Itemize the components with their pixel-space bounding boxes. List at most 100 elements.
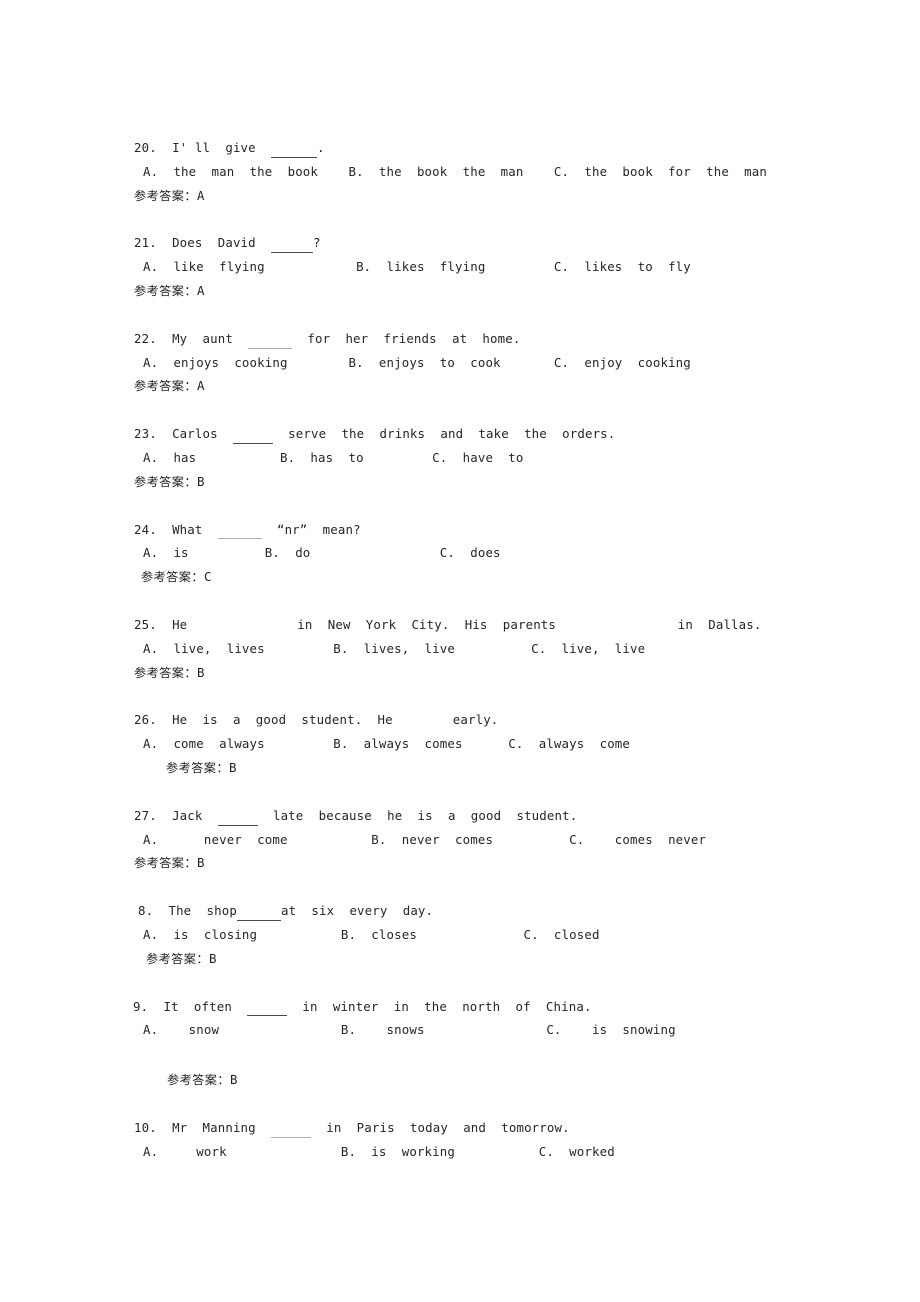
question-block: 24. What “nr” mean? A. is B. do C. does 参考…	[0, 518, 920, 613]
question-spacer	[0, 494, 920, 518]
reference-answer-value: B	[196, 664, 205, 680]
reference-answer-label: 参考答案：	[134, 856, 197, 871]
reference-answer-label: 参考答案：	[134, 188, 197, 203]
question-stem-after-blank: serve the drinks and take the orders.	[272, 426, 616, 442]
question-stem-after-blank: ?	[313, 235, 321, 251]
reference-answer-value: B	[196, 473, 205, 489]
reference-answer-line: 参考答案：B	[0, 661, 920, 685]
reference-answer-line: 参考答案：A	[0, 374, 920, 398]
reference-answer-value: B	[196, 855, 205, 871]
question-number: 10.	[134, 1119, 157, 1135]
reference-answer-line: 参考答案：B	[0, 1068, 920, 1092]
question-stem: 25. He in New York City. His parents in …	[0, 613, 920, 637]
question-stem: 23. Carlos serve the drinks and take the…	[0, 422, 920, 446]
question-stem-before-blank: The shop	[153, 903, 237, 919]
question-options[interactable]: A. work B. is working C. worked	[0, 1140, 920, 1164]
reference-answer-label: 参考答案：	[166, 760, 229, 775]
question-block: 9. It often in winter in the north of Ch…	[0, 995, 920, 1116]
reference-answer-line: 参考答案：B	[0, 756, 920, 780]
reference-answer-value: B	[208, 950, 217, 966]
question-number: 20.	[134, 140, 157, 155]
answer-blank	[247, 995, 288, 1019]
reference-answer-line: 参考答案：A	[0, 279, 920, 303]
reference-answer-line: 参考答案：A	[0, 184, 920, 208]
question-stem-after-blank: at six every day.	[280, 903, 434, 919]
question-block: 22. My aunt for her friends at home. A. e…	[0, 327, 920, 422]
question-stem-before-blank: Carlos	[156, 426, 233, 442]
question-block: 21. Does David ? A. like flying B. likes …	[0, 231, 920, 326]
answer-blank	[236, 899, 281, 923]
question-options[interactable]: A. the man the book B. the book the man …	[0, 160, 920, 184]
question-number: 8.	[138, 903, 154, 919]
question-spacer	[0, 303, 920, 327]
answer-blank	[271, 136, 317, 160]
document-page: 20. I' ll give . A. the man the book B. t…	[0, 0, 920, 1302]
question-spacer	[0, 780, 920, 804]
reference-answer-label: 参考答案：	[134, 474, 197, 489]
reference-answer-value: B	[229, 1072, 238, 1088]
answer-blank	[217, 804, 258, 828]
reference-answer-value: B	[228, 759, 237, 775]
question-stem: 22. My aunt for her friends at home.	[0, 327, 920, 351]
question-number: 26.	[134, 712, 157, 728]
question-stem-before-blank: He is a good student. He	[156, 712, 393, 728]
reference-answer-label: 参考答案：	[134, 283, 197, 298]
reference-answer-label: 参考答案：	[134, 379, 197, 394]
question-block: 26. He is a good student. He early. A. co…	[0, 708, 920, 803]
reference-answer-line: 参考答案：B	[0, 947, 920, 971]
question-spacer	[0, 1092, 920, 1116]
question-block: 10. Mr Manning in Paris today and tomorr…	[0, 1116, 920, 1188]
question-spacer	[0, 1164, 920, 1188]
question-stem-before-blank: I' ll give	[156, 140, 271, 155]
question-options[interactable]: A. has B. has to C. have to	[0, 446, 920, 470]
question-stem-before-blank: He	[156, 616, 188, 632]
answer-blank	[248, 327, 293, 351]
question-stem-after-blank: .	[317, 140, 325, 155]
question-stem-after-blank: early.	[452, 712, 499, 728]
answer-blank	[393, 708, 453, 732]
question-number: 27.	[134, 807, 157, 823]
question-options[interactable]: A. never come B. never comes C. comes ne…	[0, 828, 920, 852]
question-number: 23.	[134, 426, 157, 442]
question-options[interactable]: A. is B. do C. does	[0, 541, 920, 565]
question-list: 20. I' ll give . A. the man the book B. t…	[0, 136, 920, 1188]
reference-answer-label: 参考答案：	[167, 1073, 230, 1088]
reference-answer-line: 参考答案：C	[0, 565, 920, 589]
reference-answer-value: A	[196, 378, 205, 394]
question-stem-before-blank: Mr Manning	[156, 1119, 271, 1135]
reference-answer-value: A	[196, 187, 205, 203]
question-block: 27. Jack late because he is a good stude…	[0, 804, 920, 899]
answer-blank	[271, 231, 313, 255]
question-stem-after-blank: in Paris today and tomorrow.	[311, 1119, 570, 1135]
question-stem: 9. It often in winter in the north of Ch…	[0, 995, 920, 1019]
question-stem: 8. The shop at six every day.	[0, 899, 920, 923]
question-options[interactable]: A. is closing B. closes C. closed	[0, 923, 920, 947]
answer-blank	[232, 422, 273, 446]
question-spacer	[0, 684, 920, 708]
question-block: 25. He in New York City. His parents in …	[0, 613, 920, 708]
question-number: 25.	[134, 616, 157, 632]
question-number: 21.	[134, 235, 157, 251]
question-spacer	[0, 971, 920, 995]
question-options[interactable]: A. snow B. snows C. is snowing	[0, 1018, 920, 1042]
reference-answer-label: 参考答案：	[141, 570, 204, 585]
question-stem: 21. Does David ?	[0, 231, 920, 255]
reference-answer-line: 参考答案：B	[0, 851, 920, 875]
question-options[interactable]: A. like flying B. likes flying C. likes …	[0, 255, 920, 279]
question-stem: 10. Mr Manning in Paris today and tomorr…	[0, 1116, 920, 1140]
question-stem: 20. I' ll give .	[0, 136, 920, 160]
question-options[interactable]: A. come always B. always comes C. always…	[0, 732, 920, 756]
answer-blank	[271, 1116, 311, 1140]
question-options[interactable]: A. enjoys cooking B. enjoys to cook C. e…	[0, 351, 920, 375]
question-number: 9.	[133, 998, 149, 1014]
reference-answer-label: 参考答案：	[134, 665, 197, 680]
question-stem-after-blank: in winter in the north of China.	[287, 998, 592, 1014]
question-stem-after-blank: “nr” mean?	[261, 521, 361, 537]
question-stem: 27. Jack late because he is a good stude…	[0, 804, 920, 828]
question-spacer	[0, 875, 920, 899]
question-block: 20. I' ll give . A. the man the book B. t…	[0, 136, 920, 231]
reference-answer-value: A	[196, 282, 205, 298]
question-spacer	[0, 589, 920, 613]
question-options[interactable]: A. live, lives B. lives, live C. live, l…	[0, 637, 920, 661]
question-stem-after-blank: late because he is a good student.	[257, 807, 578, 823]
